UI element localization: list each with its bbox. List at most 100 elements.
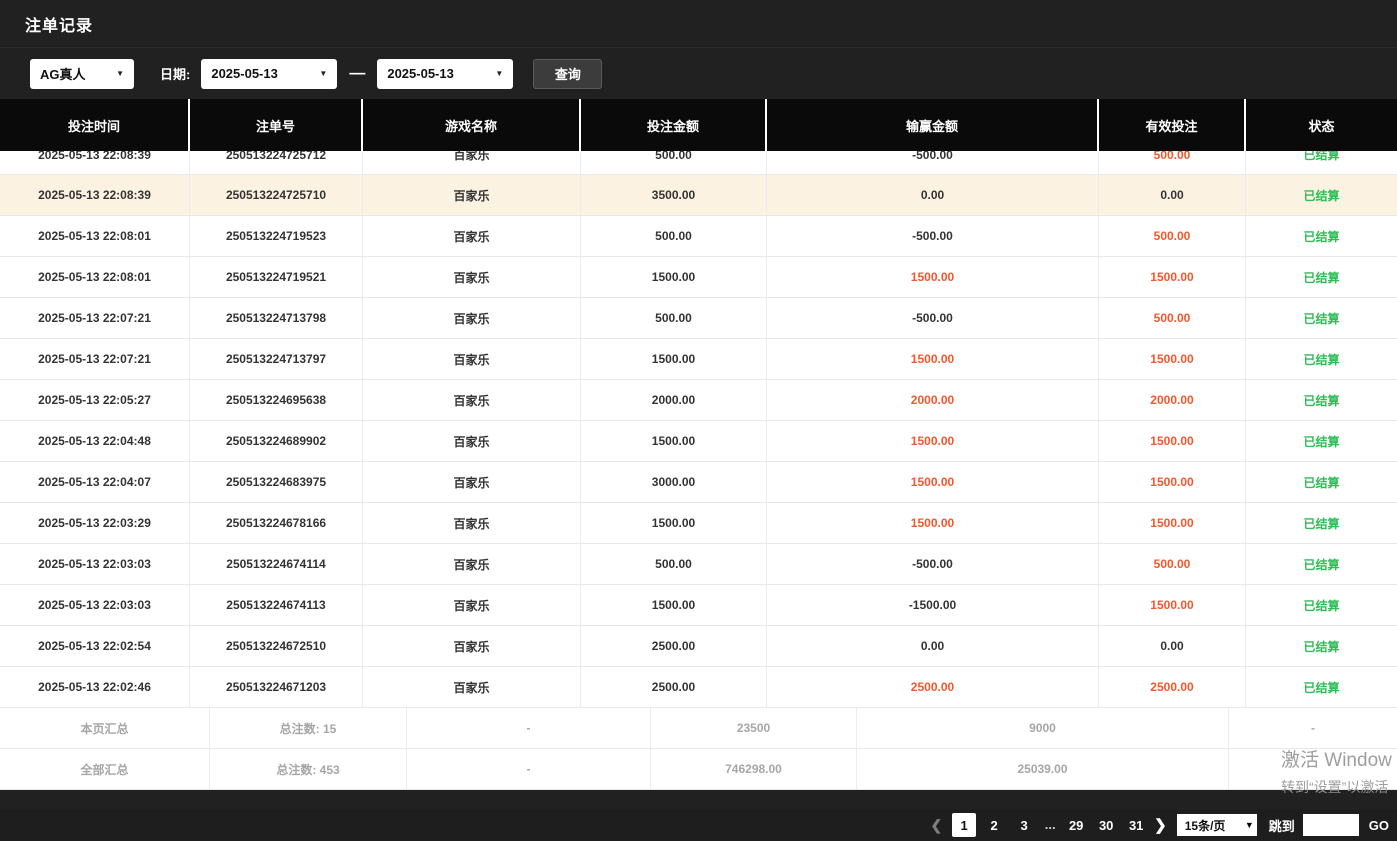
page-size-select[interactable]: 15条/页 ▼ [1177, 814, 1257, 836]
status-cell: 已结算 [1246, 151, 1397, 175]
bet-amount-cell: 1500.00 [581, 503, 767, 543]
bet-time-cell: 2025-05-13 22:02:54 [0, 626, 190, 666]
table-row[interactable]: 2025-05-13 22:04:48250513224689902百家乐150… [0, 421, 1397, 462]
bet-time-cell: 2025-05-13 22:07:21 [0, 298, 190, 338]
bet-amount-cell: 1500.00 [581, 339, 767, 379]
game-name-cell: 百家乐 [363, 503, 581, 543]
jump-page-input[interactable] [1303, 814, 1359, 836]
table-row[interactable]: 2025-05-13 22:03:03250513224674114百家乐500… [0, 544, 1397, 585]
bet-amount-cell: 1500.00 [581, 257, 767, 297]
column-header-order-number: 注单号 [190, 99, 363, 151]
game-type-select[interactable]: AG真人 ▼ [30, 59, 134, 89]
order-number-cell: 250513224689902 [190, 421, 363, 461]
valid-bet-cell: 2000.00 [1099, 380, 1246, 420]
summary-cell: - [407, 749, 651, 789]
bet-amount-cell: 3000.00 [581, 462, 767, 502]
valid-bet-cell: 500.00 [1099, 216, 1246, 256]
game-name-cell: 百家乐 [363, 151, 581, 175]
page-button-30[interactable]: 30 [1094, 813, 1118, 837]
table-row[interactable]: 2025-05-13 22:02:54250513224672510百家乐250… [0, 626, 1397, 667]
summary-cell: 全部汇总 [0, 749, 210, 789]
select-arrow-icon: ▼ [1245, 820, 1254, 830]
next-page-icon[interactable]: ❯ [1154, 816, 1167, 834]
chevron-down-icon: ▼ [495, 69, 503, 78]
status-cell: 已结算 [1246, 585, 1397, 625]
column-header-winloss-amount: 输赢金额 [767, 99, 1099, 151]
game-name-cell: 百家乐 [363, 585, 581, 625]
date-to-value: 2025-05-13 [387, 66, 454, 81]
valid-bet-cell: 1500.00 [1099, 421, 1246, 461]
table-row[interactable]: 2025-05-13 22:08:01250513224719523百家乐500… [0, 216, 1397, 257]
valid-bet-cell: 1500.00 [1099, 585, 1246, 625]
bet-time-cell: 2025-05-13 22:05:27 [0, 380, 190, 420]
winloss-amount-cell: 1500.00 [767, 339, 1099, 379]
bet-time-cell: 2025-05-13 22:03:03 [0, 585, 190, 625]
winloss-amount-cell: 1500.00 [767, 421, 1099, 461]
table-row[interactable]: 2025-05-13 22:05:27250513224695638百家乐200… [0, 380, 1397, 421]
table-row[interactable]: 2025-05-13 22:08:39250513224725710百家乐350… [0, 175, 1397, 216]
prev-page-icon[interactable]: ❮ [930, 817, 942, 834]
table-row[interactable]: 2025-05-13 22:07:21250513224713798百家乐500… [0, 298, 1397, 339]
date-to-select[interactable]: 2025-05-13 ▼ [377, 59, 513, 89]
page-summary-row: 本页汇总总注数: 15-235009000- [0, 708, 1397, 749]
game-name-cell: 百家乐 [363, 626, 581, 666]
page-button-29[interactable]: 29 [1064, 813, 1088, 837]
column-header-bet-amount: 投注金额 [581, 99, 767, 151]
date-from-value: 2025-05-13 [211, 66, 278, 81]
summary-cell: - [407, 708, 651, 748]
table-row[interactable]: 2025-05-13 22:03:29250513224678166百家乐150… [0, 503, 1397, 544]
title-bar: 注单记录 [0, 0, 1397, 48]
order-number-cell: 250513224674114 [190, 544, 363, 584]
order-number-cell: 250513224719523 [190, 216, 363, 256]
order-number-cell: 250513224674113 [190, 585, 363, 625]
valid-bet-cell: 2500.00 [1099, 667, 1246, 707]
winloss-amount-cell: 1500.00 [767, 503, 1099, 543]
bet-time-cell: 2025-05-13 22:08:01 [0, 257, 190, 297]
page-button-31[interactable]: 31 [1124, 813, 1148, 837]
table-row[interactable]: 2025-05-13 22:02:46250513224671203百家乐250… [0, 667, 1397, 708]
game-name-cell: 百家乐 [363, 462, 581, 502]
bet-time-cell: 2025-05-13 22:04:48 [0, 421, 190, 461]
go-button[interactable]: GO [1369, 818, 1389, 833]
valid-bet-cell: 500.00 [1099, 298, 1246, 338]
table-row[interactable]: 2025-05-13 22:08:39250513224725712百家乐500… [0, 151, 1397, 175]
date-range-separator: — [349, 65, 365, 83]
query-button[interactable]: 查询 [533, 59, 602, 89]
order-number-cell: 250513224725710 [190, 175, 363, 215]
game-name-cell: 百家乐 [363, 339, 581, 379]
game-name-cell: 百家乐 [363, 175, 581, 215]
valid-bet-cell: 0.00 [1099, 626, 1246, 666]
status-cell: 已结算 [1246, 667, 1397, 707]
column-header-game-name: 游戏名称 [363, 99, 581, 151]
valid-bet-cell: 1500.00 [1099, 503, 1246, 543]
winloss-amount-cell: 2500.00 [767, 667, 1099, 707]
summary-cell: 总注数: 15 [210, 708, 407, 748]
bet-time-cell: 2025-05-13 22:03:29 [0, 503, 190, 543]
status-cell: 已结算 [1246, 257, 1397, 297]
column-header-valid-bet: 有效投注 [1099, 99, 1246, 151]
game-name-cell: 百家乐 [363, 298, 581, 338]
summary-cell: 746298.00 [651, 749, 857, 789]
game-name-cell: 百家乐 [363, 257, 581, 297]
order-number-cell: 250513224678166 [190, 503, 363, 543]
table-row[interactable]: 2025-05-13 22:04:07250513224683975百家乐300… [0, 462, 1397, 503]
status-cell: 已结算 [1246, 380, 1397, 420]
bet-amount-cell: 500.00 [581, 298, 767, 338]
status-cell: 已结算 [1246, 544, 1397, 584]
table-row[interactable]: 2025-05-13 22:07:21250513224713797百家乐150… [0, 339, 1397, 380]
winloss-amount-cell: -500.00 [767, 544, 1099, 584]
page-button-3[interactable]: 3 [1012, 813, 1036, 837]
winloss-amount-cell: 2000.00 [767, 380, 1099, 420]
bet-time-cell: 2025-05-13 22:02:46 [0, 667, 190, 707]
date-label: 日期: [160, 64, 190, 83]
column-header-bet-time: 投注时间 [0, 99, 190, 151]
summary-cell: - [1229, 708, 1397, 748]
order-number-cell: 250513224713797 [190, 339, 363, 379]
table-row[interactable]: 2025-05-13 22:03:03250513224674113百家乐 150… [0, 585, 1397, 626]
game-name-cell: 百家乐 [363, 216, 581, 256]
page-button-1[interactable]: 1 [952, 813, 976, 837]
table-row[interactable]: 2025-05-13 22:08:01250513224719521百家乐150… [0, 257, 1397, 298]
date-from-select[interactable]: 2025-05-13 ▼ [201, 59, 337, 89]
page-button-2[interactable]: 2 [982, 813, 1006, 837]
status-cell: 已结算 [1246, 626, 1397, 666]
